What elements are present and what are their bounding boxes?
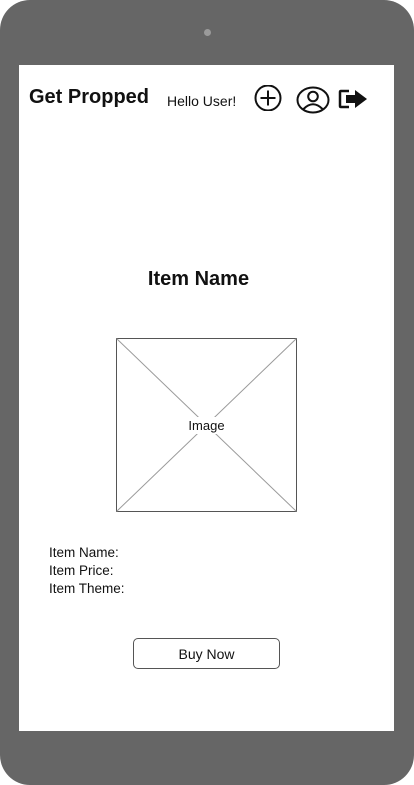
item-name-row: Item Name: [49, 544, 125, 562]
app-screen: Get Propped Hello User! Item Name Image … [19, 65, 394, 731]
user-greeting: Hello User! [167, 93, 237, 109]
plus-circle-icon [254, 84, 282, 112]
item-details: Item Name: Item Price: Item Theme: [49, 544, 125, 598]
user-circle-icon [296, 86, 330, 114]
logout-button[interactable] [338, 87, 370, 111]
camera-dot [204, 29, 211, 36]
item-theme-label: Item Theme: [49, 581, 125, 596]
buy-now-button[interactable]: Buy Now [133, 638, 280, 669]
device-frame: Get Propped Hello User! Item Name Image … [0, 0, 414, 785]
item-image-placeholder: Image [116, 338, 297, 512]
logout-arrow-icon [338, 89, 367, 109]
app-title: Get Propped [29, 86, 150, 108]
item-price-row: Item Price: [49, 562, 125, 580]
add-button[interactable] [253, 84, 283, 112]
item-theme-row: Item Theme: [49, 580, 125, 598]
profile-button[interactable] [296, 86, 330, 114]
item-title: Item Name [147, 268, 250, 290]
image-label-text: Image [185, 417, 228, 434]
item-price-label: Item Price: [49, 563, 114, 578]
item-name-label: Item Name: [49, 545, 119, 560]
image-label: Image [116, 417, 297, 434]
